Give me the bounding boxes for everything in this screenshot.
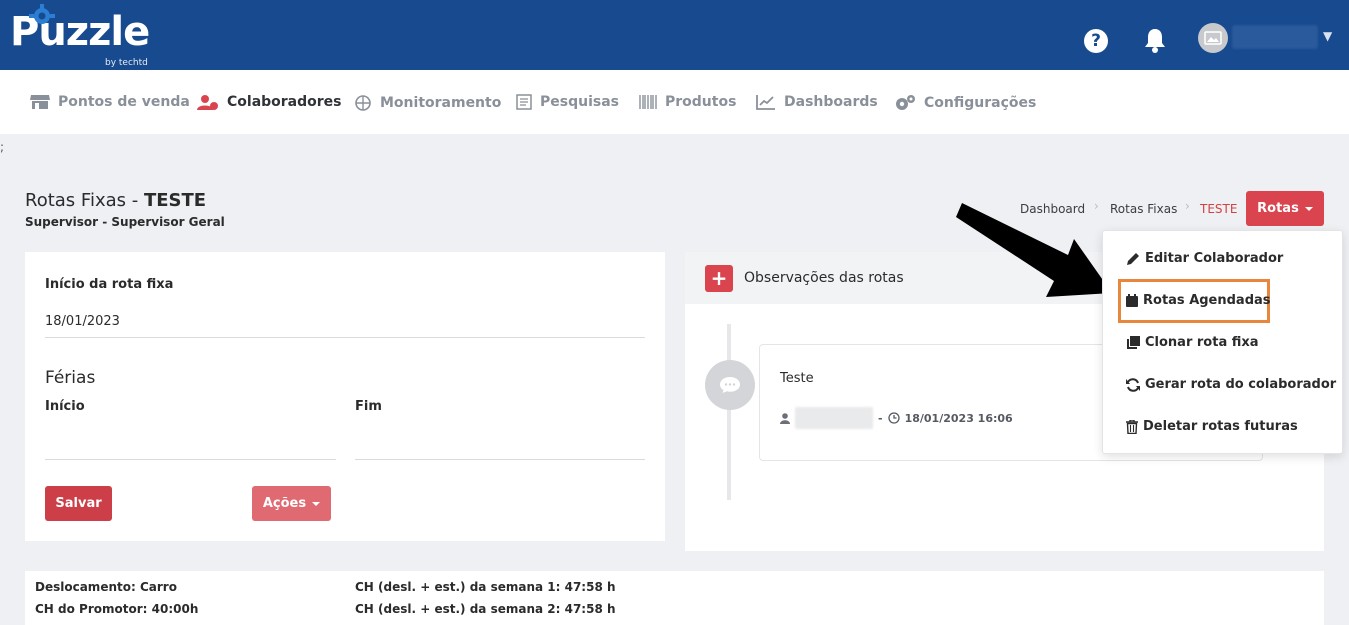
help-icon[interactable]: ? — [1084, 29, 1108, 53]
image-icon — [1204, 31, 1222, 45]
store-icon — [30, 95, 50, 109]
note-separator: - — [878, 411, 883, 425]
deslocamento-text: Deslocamento: Carro — [35, 580, 177, 594]
nav-item-colaboradores[interactable]: Colaboradores — [197, 94, 342, 110]
nav-label: Pesquisas — [540, 94, 619, 110]
ferias-fim-field[interactable] — [355, 459, 645, 460]
timeline-line — [727, 324, 731, 500]
menu-item-editar-colaborador[interactable]: Editar Colaborador — [1126, 251, 1283, 266]
nav-item-pontos-de-venda[interactable]: Pontos de venda — [30, 94, 190, 110]
menu-item-label: Deletar rotas futuras — [1143, 419, 1298, 434]
clock-icon — [887, 412, 900, 424]
note-author-blurred — [795, 407, 873, 429]
stray-text: ; — [0, 140, 5, 154]
trash-icon — [1126, 419, 1138, 434]
ferias-inicio-label: Início — [45, 399, 85, 414]
page-subtitle: Supervisor - Supervisor Geral — [25, 215, 225, 229]
menu-item-label: Rotas Agendadas — [1143, 293, 1271, 308]
avatar[interactable] — [1198, 23, 1228, 53]
barcode-icon — [639, 95, 657, 109]
note-meta: - 18/01/2023 16:06 — [780, 407, 1013, 429]
user-icon — [780, 412, 790, 424]
logo[interactable]: Puzzle by techtd — [10, 4, 150, 68]
nav-item-pesquisas[interactable]: Pesquisas — [516, 94, 619, 110]
breadcrumb-rotas-fixas[interactable]: Rotas Fixas — [1110, 202, 1177, 216]
note-timestamp: 18/01/2023 16:06 — [904, 411, 1013, 425]
nav-label: Monitoramento — [380, 95, 502, 111]
annotation-arrow-icon — [956, 203, 1112, 297]
rotas-button-label: Rotas — [1257, 201, 1299, 216]
top-bar: Puzzle by techtd ? ▼ — [0, 0, 1349, 70]
menu-item-gerar-rota[interactable]: Gerar rota do colaborador — [1126, 377, 1336, 392]
ch-semana1-text: CH (desl. + est.) da semana 1: 47:58 h — [355, 580, 616, 594]
ferias-heading: Férias — [45, 368, 96, 388]
nav-label: Configurações — [924, 95, 1037, 111]
start-date-underline — [45, 337, 645, 338]
nav-label: Produtos — [665, 94, 737, 110]
menu-item-rotas-agendadas[interactable]: Rotas Agendadas — [1126, 293, 1271, 308]
refresh-icon — [1126, 377, 1140, 392]
chart-line-icon — [756, 95, 775, 110]
menu-item-label: Editar Colaborador — [1145, 251, 1284, 266]
summary-strip: Deslocamento: Carro CH do Promotor: 40:0… — [25, 571, 1324, 625]
start-date-label: Início da rota fixa — [45, 277, 174, 292]
nav-item-monitoramento[interactable]: Monitoramento — [354, 94, 501, 112]
chevron-down-icon[interactable]: ▼ — [1323, 29, 1332, 43]
gears-icon — [896, 95, 915, 110]
page-title-prefix: Rotas Fixas - — [25, 190, 144, 211]
ch-promotor-text: CH do Promotor: 40:00h — [35, 602, 199, 616]
main-nav: Pontos de venda Colaboradores Monitorame… — [0, 70, 1349, 134]
calendar-icon — [1126, 294, 1138, 307]
logo-subtitle: by techtd — [105, 58, 148, 68]
clone-icon — [1127, 335, 1140, 349]
start-date-field[interactable]: 18/01/2023 — [45, 314, 120, 329]
bell-icon[interactable] — [1143, 27, 1167, 53]
nav-item-dashboards[interactable]: Dashboards — [756, 94, 878, 110]
route-form-card: Início da rota fixa 18/01/2023 Férias In… — [25, 252, 665, 541]
ferias-inicio-field[interactable] — [45, 459, 336, 460]
ferias-fim-label: Fim — [355, 399, 382, 414]
rotas-dropdown-button[interactable]: Rotas — [1246, 191, 1324, 226]
actions-button-label: Ações — [262, 496, 307, 511]
ch-semana2-text: CH (desl. + est.) da semana 2: 47:58 h — [355, 602, 616, 616]
save-button[interactable]: Salvar — [45, 486, 112, 521]
menu-item-label: Gerar rota do colaborador — [1145, 377, 1337, 392]
actions-dropdown-button[interactable]: Ações — [252, 486, 331, 521]
page-title: Rotas Fixas - TESTE — [25, 190, 206, 211]
survey-icon — [516, 94, 532, 110]
caret-down-icon — [312, 501, 321, 506]
add-observation-button[interactable]: + — [705, 265, 733, 292]
menu-item-clonar-rota-fixa[interactable]: Clonar rota fixa — [1126, 335, 1259, 350]
comment-icon — [705, 360, 755, 410]
note-text: Teste — [780, 371, 814, 386]
rotas-dropdown-menu: Editar Colaborador Rotas Agendadas Clona… — [1102, 230, 1343, 454]
breadcrumb-separator-icon: › — [1185, 199, 1190, 213]
caret-down-icon — [1304, 206, 1313, 211]
globe-icon — [355, 95, 371, 111]
page-title-name: TESTE — [143, 190, 207, 211]
menu-item-deletar-rotas-futuras[interactable]: Deletar rotas futuras — [1126, 419, 1298, 434]
puzzle-gear-icon — [29, 4, 55, 24]
breadcrumb-current: TESTE — [1200, 202, 1238, 216]
pencil-icon — [1127, 252, 1139, 265]
users-icon — [197, 95, 218, 110]
nav-label: Colaboradores — [227, 94, 342, 110]
menu-item-label: Clonar rota fixa — [1145, 335, 1259, 350]
nav-label: Dashboards — [784, 94, 878, 110]
username-blurred[interactable] — [1232, 25, 1318, 49]
nav-item-configuracoes[interactable]: Configurações — [894, 94, 1036, 112]
nav-label: Pontos de venda — [58, 94, 190, 110]
nav-item-produtos[interactable]: Produtos — [639, 94, 736, 110]
observations-title: Observações das rotas — [744, 270, 904, 286]
